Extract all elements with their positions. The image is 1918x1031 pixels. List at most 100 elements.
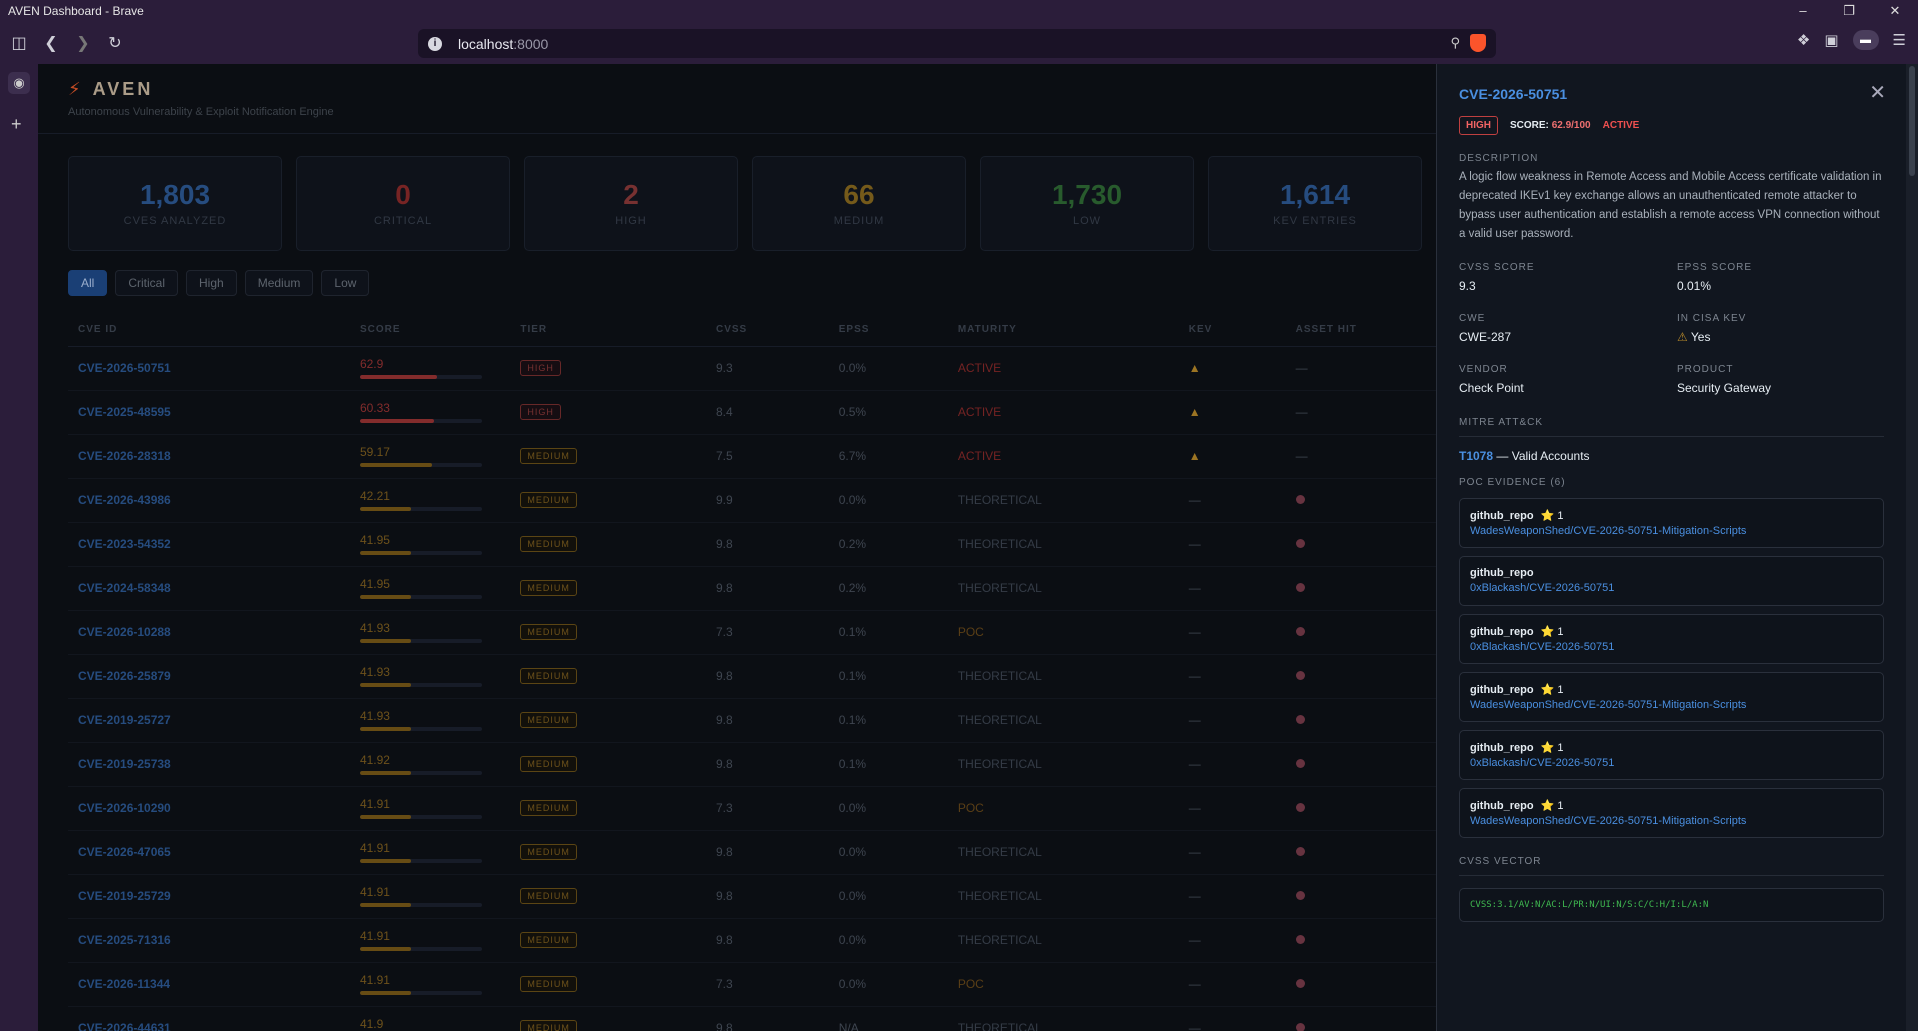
- score-value: 62.9: [359, 357, 384, 371]
- table-row[interactable]: CVE-2026-50751 62.9 HIGH 9.3 0.0% ACTIVE ▲ —: [68, 346, 1436, 391]
- url-text[interactable]: localhost:8000: [458, 36, 548, 52]
- stat-label: Medium: [833, 215, 885, 227]
- tier-badge: HIGH: [520, 360, 561, 376]
- cvss-cell: 9.8: [706, 698, 829, 743]
- poc-card: github_repo ⭐ 1 WadesWeaponShed/CVE-2026-…: [1459, 498, 1884, 548]
- asset-hit-icon: [1295, 979, 1305, 988]
- cve-id-link[interactable]: CVE-2026-50751: [68, 346, 350, 391]
- filter-critical-button[interactable]: Critical: [115, 270, 179, 296]
- forward-icon[interactable]: ❯: [70, 30, 96, 56]
- cve-id-link[interactable]: CVE-2023-54352: [68, 522, 350, 567]
- table-row[interactable]: CVE-2024-58348 41.95 MEDIUM 9.8 0.2% THEORETI…: [68, 566, 1436, 611]
- score-value: 41.91: [359, 797, 390, 811]
- cvss-cell: 9.8: [706, 566, 829, 611]
- kev-cell: —: [1178, 874, 1286, 919]
- column-header[interactable]: Tier: [510, 314, 706, 347]
- table-row[interactable]: CVE-2026-44631 41.9 MEDIUM 9.8 N/A THEORETICA…: [68, 1006, 1436, 1031]
- table-row[interactable]: CVE-2019-25727 41.93 MEDIUM 9.8 0.1% THEORETI…: [68, 698, 1436, 743]
- cwe-label: CWE: [1459, 313, 1486, 324]
- column-header[interactable]: Score: [349, 314, 511, 347]
- table-row[interactable]: CVE-2025-71316 41.91 MEDIUM 9.8 0.0% THEORETI…: [68, 918, 1436, 963]
- asset-hit-cell: [1285, 962, 1436, 1007]
- cve-id-link[interactable]: CVE-2025-71316: [68, 918, 350, 963]
- cve-id-link[interactable]: CVE-2025-48595: [68, 390, 350, 435]
- table-row[interactable]: CVE-2026-43986 42.21 MEDIUM 9.9 0.0% THEORETI…: [68, 478, 1436, 523]
- table-row[interactable]: CVE-2025-48595 60.33 HIGH 8.4 0.5% ACTIVE ▲ —: [68, 390, 1436, 435]
- close-window-icon[interactable]: ✕: [1872, 0, 1918, 22]
- cve-id-link[interactable]: CVE-2019-25729: [68, 874, 350, 919]
- poc-repo-link[interactable]: WadesWeaponShed/CVE-2026-50751-Mitigatio…: [1470, 699, 1873, 711]
- dashboard-main: ⚡ AVEN Autonomous Vulnerability & Exploi…: [38, 64, 1436, 1031]
- score-cell: 41.95: [349, 522, 511, 567]
- cve-id-link[interactable]: CVE-2019-25727: [68, 698, 350, 743]
- table-row[interactable]: CVE-2019-25729 41.91 MEDIUM 9.8 0.0% THEORETI…: [68, 874, 1436, 919]
- table-row[interactable]: CVE-2026-11344 41.91 MEDIUM 7.3 0.0% POC —: [68, 962, 1436, 1007]
- product-label: Product: [1677, 364, 1734, 375]
- epss-cell: 0.2%: [828, 522, 948, 567]
- tab-globe-icon[interactable]: ◉: [8, 72, 30, 94]
- cve-id-link[interactable]: CVE-2026-43986: [68, 478, 350, 523]
- extensions-icon[interactable]: ❖: [1797, 31, 1810, 49]
- table-row[interactable]: CVE-2026-10290 41.91 MEDIUM 7.3 0.0% POC —: [68, 786, 1436, 831]
- cvss-cell: 9.8: [706, 918, 829, 963]
- table-row[interactable]: CVE-2026-10288 41.93 MEDIUM 7.3 0.1% POC —: [68, 610, 1436, 655]
- cve-id-link[interactable]: CVE-2026-10288: [68, 610, 350, 655]
- cve-id-link[interactable]: CVE-2026-44631: [68, 1006, 350, 1031]
- zoom-icon[interactable]: ⚲: [1450, 35, 1460, 51]
- poc-repo-link[interactable]: WadesWeaponShed/CVE-2026-50751-Mitigatio…: [1470, 815, 1873, 827]
- score-cell: 41.93: [349, 698, 511, 743]
- cve-id-link[interactable]: CVE-2026-47065: [68, 830, 350, 875]
- poc-repo-link[interactable]: 0xBlackash/CVE-2026-50751: [1470, 582, 1873, 594]
- cve-id-link[interactable]: CVE-2026-10290: [68, 786, 350, 831]
- address-bar[interactable]: i localhost:8000 ⚲: [418, 29, 1496, 58]
- poc-repo-link[interactable]: 0xBlackash/CVE-2026-50751: [1470, 757, 1873, 769]
- mitre-technique-link[interactable]: T1078: [1459, 449, 1493, 463]
- cve-id-link[interactable]: CVE-2024-58348: [68, 566, 350, 611]
- poc-repo-link[interactable]: WadesWeaponShed/CVE-2026-50751-Mitigatio…: [1470, 525, 1873, 537]
- table-row[interactable]: CVE-2026-28318 59.17 MEDIUM 7.5 6.7% ACTIVE ▲ —: [68, 434, 1436, 479]
- epss-cell: 0.1%: [828, 610, 948, 655]
- filter-all-button[interactable]: All: [68, 270, 108, 296]
- warning-icon: ▲: [1188, 405, 1201, 419]
- epss-cell: 0.0%: [828, 962, 948, 1007]
- table-row[interactable]: CVE-2023-54352 41.95 MEDIUM 9.8 0.2% THEORETI…: [68, 522, 1436, 567]
- wallet-icon[interactable]: ▣: [1824, 31, 1838, 49]
- column-header[interactable]: Asset Hit: [1285, 314, 1436, 347]
- poc-type: github_repo ⭐ 1: [1470, 800, 1564, 812]
- menu-icon[interactable]: ☰: [1893, 31, 1906, 49]
- column-header[interactable]: CVE ID: [68, 314, 350, 347]
- table-row[interactable]: CVE-2026-25879 41.93 MEDIUM 9.8 0.1% THEORETI…: [68, 654, 1436, 699]
- column-header[interactable]: CVSS: [706, 314, 829, 347]
- table-row[interactable]: CVE-2026-47065 41.91 MEDIUM 9.8 0.0% THEORETI…: [68, 830, 1436, 875]
- table-header-row: CVE ID Score Tier CVSS EPSS Maturity KEV Asset …: [68, 314, 1436, 347]
- score-cell: 41.91: [349, 918, 511, 963]
- vector-heading: CVSS Vector: [1459, 856, 1542, 867]
- vpn-icon[interactable]: ▬: [1852, 30, 1879, 50]
- site-info-icon[interactable]: i: [428, 36, 442, 51]
- filter-medium-button[interactable]: Medium: [244, 270, 314, 296]
- cve-id-link[interactable]: CVE-2019-25738: [68, 742, 350, 787]
- new-tab-icon[interactable]: +: [11, 114, 22, 135]
- kev-cell: —: [1178, 742, 1286, 787]
- panel-scrollbar[interactable]: [1906, 64, 1918, 1031]
- filter-high-button[interactable]: High: [186, 270, 237, 296]
- minimize-icon[interactable]: –: [1780, 0, 1826, 22]
- cve-table: CVE ID Score Tier CVSS EPSS Maturity KEV Asset …: [68, 314, 1436, 1031]
- brave-shields-icon[interactable]: [1470, 34, 1486, 52]
- restore-icon[interactable]: ❐: [1826, 0, 1872, 22]
- column-header[interactable]: EPSS: [828, 314, 948, 347]
- back-icon[interactable]: ❮: [38, 30, 64, 56]
- cve-id-link[interactable]: CVE-2026-25879: [68, 654, 350, 699]
- column-header[interactable]: Maturity: [947, 314, 1179, 347]
- poc-repo-link[interactable]: 0xBlackash/CVE-2026-50751: [1470, 641, 1873, 653]
- reload-icon[interactable]: ↻: [102, 30, 128, 56]
- cve-id-link[interactable]: CVE-2026-28318: [68, 434, 350, 479]
- detail-score: SCORE: 62.9/100: [1510, 120, 1591, 131]
- sidebar-toggle-icon[interactable]: ◫: [6, 30, 32, 56]
- column-header[interactable]: KEV: [1178, 314, 1286, 347]
- close-icon[interactable]: ✕: [1869, 80, 1886, 105]
- cve-id-link[interactable]: CVE-2026-11344: [68, 962, 350, 1007]
- table-row[interactable]: CVE-2019-25738 41.92 MEDIUM 9.8 0.1% THEORETI…: [68, 742, 1436, 787]
- filter-low-button[interactable]: Low: [321, 270, 370, 296]
- epss-cell: 0.0%: [828, 478, 948, 523]
